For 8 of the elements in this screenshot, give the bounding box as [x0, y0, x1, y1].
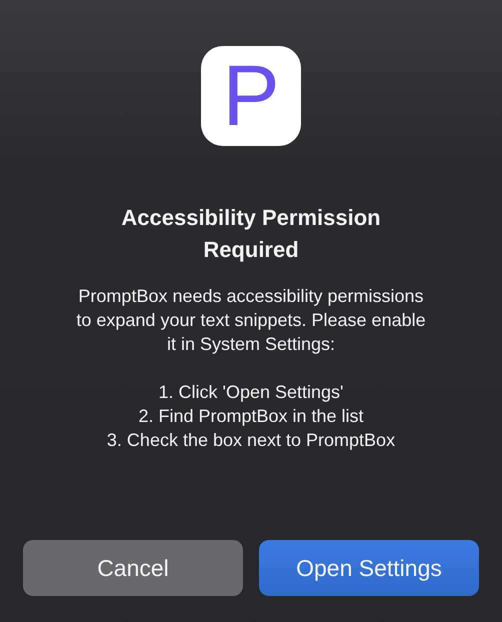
dialog-message: PromptBox needs accessibility permissions to expand your text snippets. Please enable it in System Settings: [75, 285, 427, 356]
instruction-step: 1. Click 'Open Settings' [158, 380, 344, 404]
open-settings-button[interactable]: Open Settings [259, 540, 479, 596]
cancel-button[interactable]: Cancel [23, 540, 243, 596]
instruction-step: 2. Find PromptBox in the list [138, 404, 364, 428]
app-icon: P [201, 46, 301, 146]
dialog-title: Accessibility Permission Required [120, 204, 382, 264]
instruction-step: 3. Check the box next to PromptBox [106, 428, 396, 452]
